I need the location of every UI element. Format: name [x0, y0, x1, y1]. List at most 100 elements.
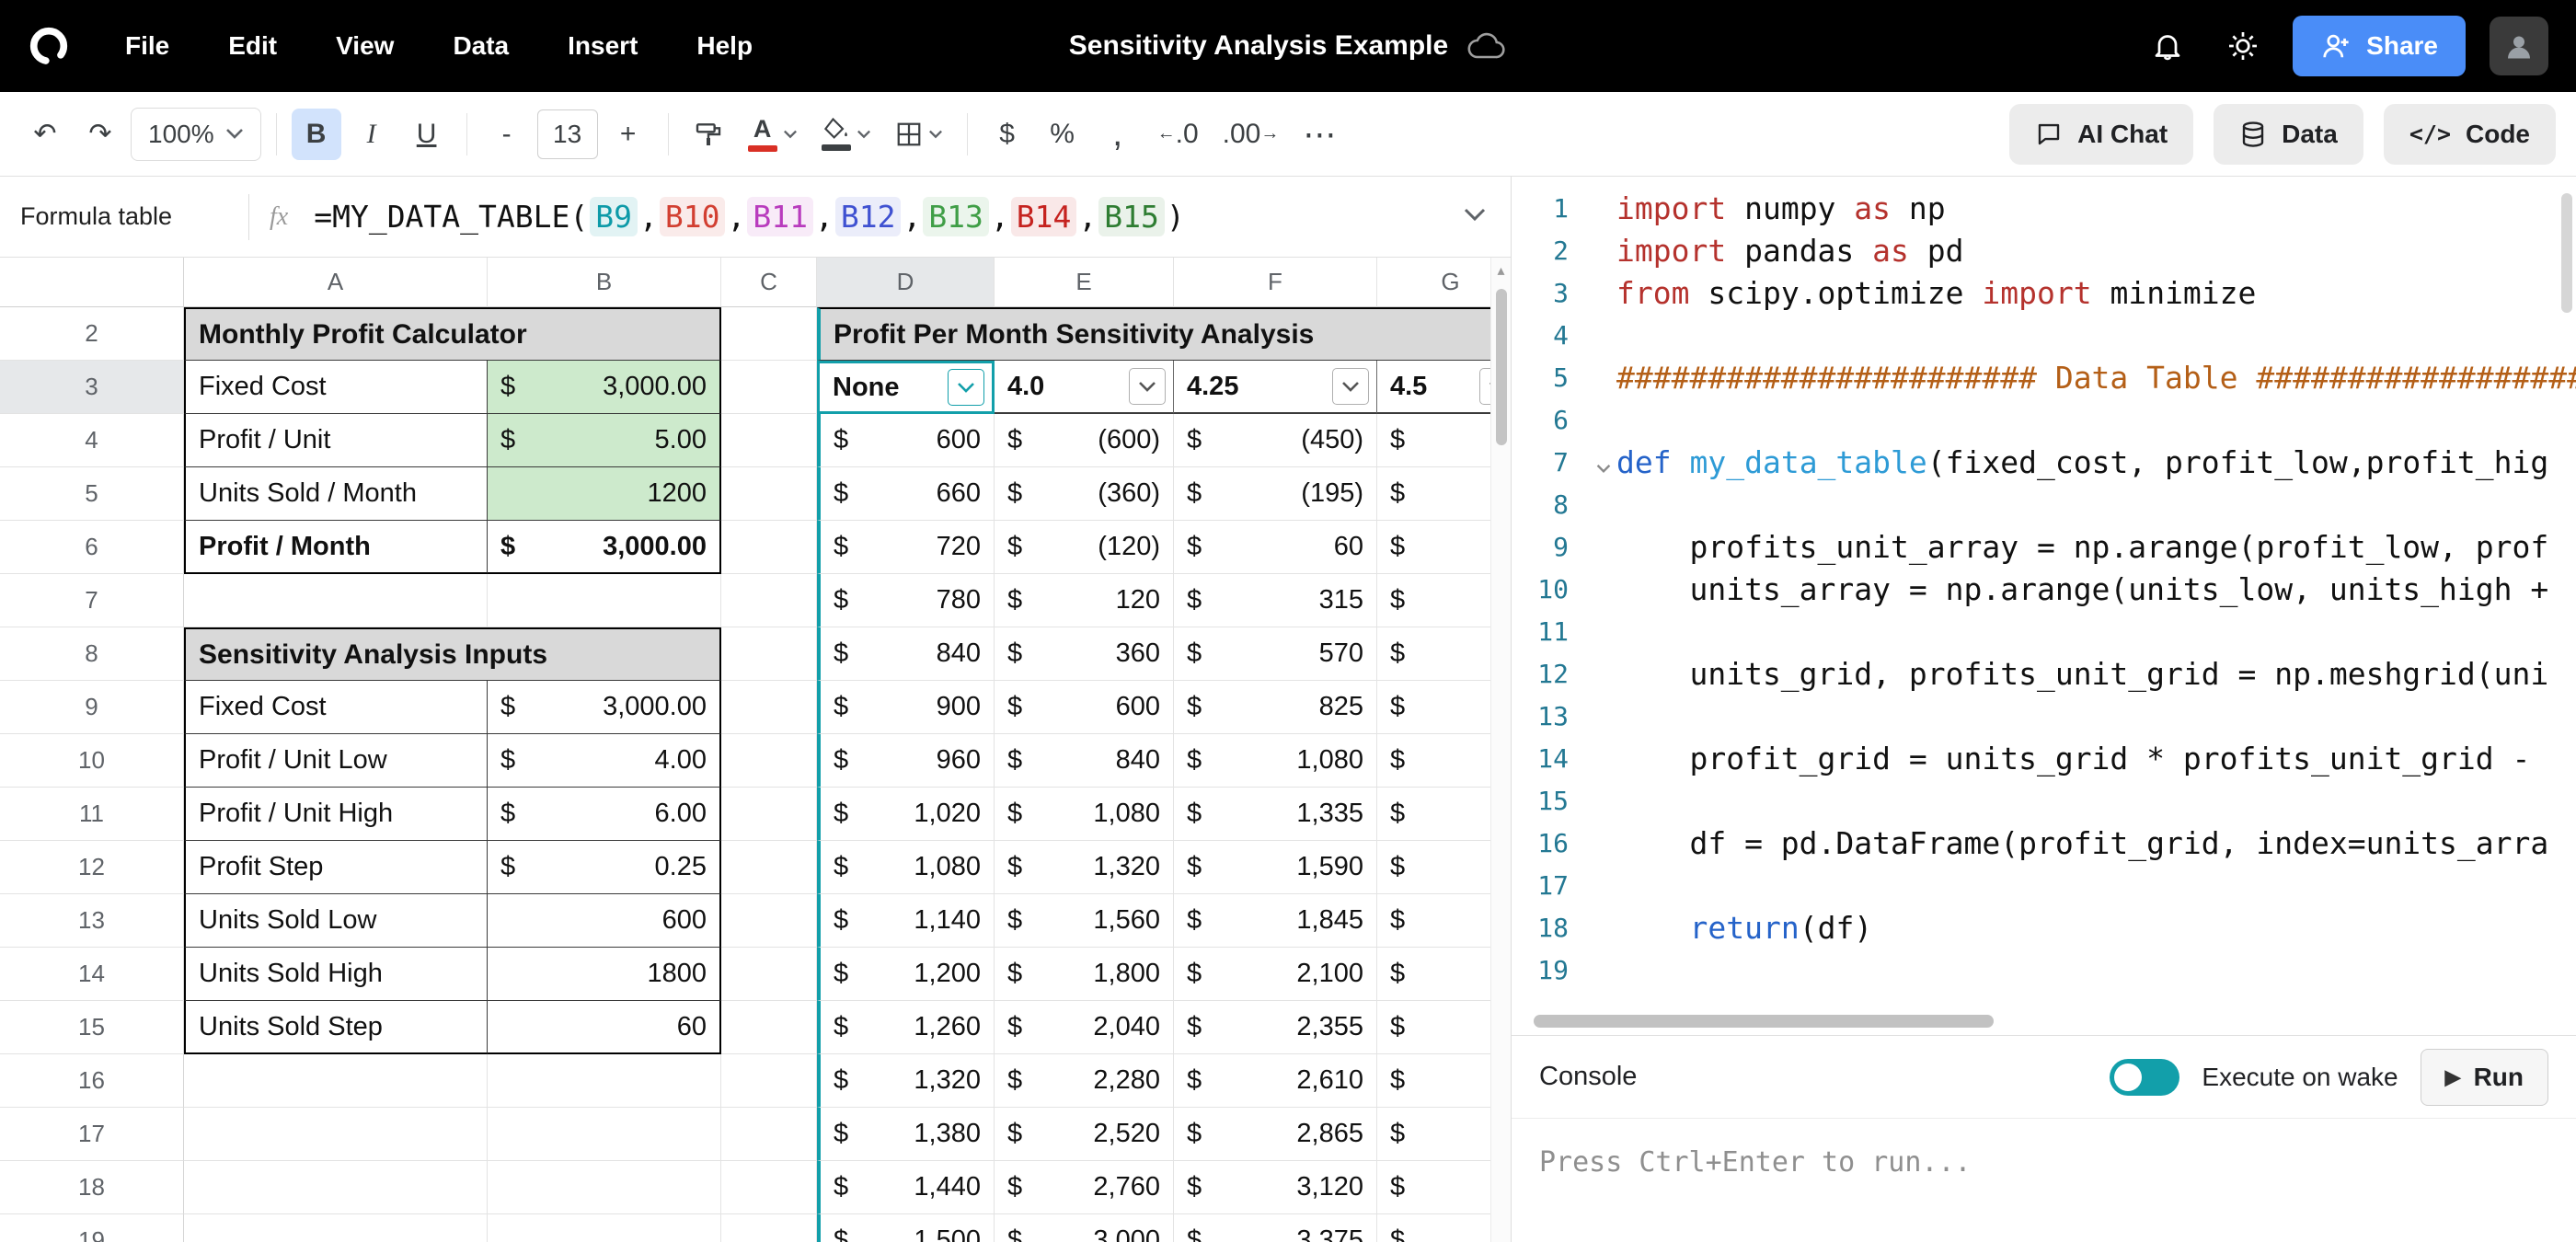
- cell-E5[interactable]: $(360): [995, 467, 1174, 521]
- cell-C7[interactable]: [721, 574, 817, 627]
- column-header-A[interactable]: A: [184, 258, 488, 307]
- formula-input[interactable]: =MY_DATA_TABLE(B9, B10, B11, B12, B13, B…: [312, 197, 1187, 236]
- row-header-17[interactable]: 17: [0, 1108, 184, 1161]
- cell-E11[interactable]: $1,080: [995, 788, 1174, 841]
- execute-on-wake-toggle[interactable]: [2110, 1059, 2179, 1096]
- cell-F5[interactable]: $(195): [1174, 467, 1377, 521]
- format-currency-button[interactable]: $: [983, 109, 1032, 160]
- cell-D6[interactable]: $720: [817, 521, 995, 574]
- cell-C2[interactable]: [721, 307, 817, 361]
- cell-G3-dropdown[interactable]: 4.5: [1377, 361, 1490, 414]
- cell-D3-dropdown[interactable]: None: [817, 361, 995, 414]
- cell-A13[interactable]: Units Sold Low: [184, 894, 488, 948]
- cell-G9[interactable]: $: [1377, 681, 1490, 734]
- code-line-18[interactable]: 18 return(df): [1512, 907, 2576, 949]
- cell-B6[interactable]: $3,000.00: [488, 521, 721, 574]
- cell-F16[interactable]: $2,610: [1174, 1054, 1377, 1108]
- cell-D7[interactable]: $780: [817, 574, 995, 627]
- font-size-decrease-button[interactable]: -: [482, 109, 532, 160]
- menu-item-insert[interactable]: Insert: [546, 20, 660, 72]
- scrollbar-thumb[interactable]: [1496, 289, 1507, 445]
- dropdown-chevron-icon[interactable]: [948, 369, 984, 406]
- cell-E17[interactable]: $2,520: [995, 1108, 1174, 1161]
- row-header-19[interactable]: 19: [0, 1214, 184, 1242]
- cell-C11[interactable]: [721, 788, 817, 841]
- cell-G19[interactable]: $: [1377, 1214, 1490, 1242]
- cell-E14[interactable]: $1,800: [995, 948, 1174, 1001]
- cell-A3[interactable]: Fixed Cost: [184, 361, 488, 414]
- menu-item-edit[interactable]: Edit: [206, 20, 299, 72]
- cell-B17[interactable]: [488, 1108, 721, 1161]
- cell-D11[interactable]: $1,020: [817, 788, 995, 841]
- cell-F15[interactable]: $2,355: [1174, 1001, 1377, 1054]
- code-editor[interactable]: 1import numpy as np2import pandas as pd3…: [1512, 177, 2576, 1035]
- cell-D5[interactable]: $660: [817, 467, 995, 521]
- borders-button[interactable]: [886, 109, 952, 160]
- cell-F10[interactable]: $1,080: [1174, 734, 1377, 788]
- cell-F11[interactable]: $1,335: [1174, 788, 1377, 841]
- cell-B4[interactable]: $5.00: [488, 414, 721, 467]
- cell-A19[interactable]: [184, 1214, 488, 1242]
- format-comma-button[interactable]: ,: [1093, 109, 1143, 160]
- cell-D19[interactable]: $1,500: [817, 1214, 995, 1242]
- cell-E13[interactable]: $1,560: [995, 894, 1174, 948]
- cell-C6[interactable]: [721, 521, 817, 574]
- cell-D13[interactable]: $1,140: [817, 894, 995, 948]
- cell-G5[interactable]: $: [1377, 467, 1490, 521]
- cell-B9[interactable]: $3,000.00: [488, 681, 721, 734]
- cell-B13[interactable]: 600: [488, 894, 721, 948]
- column-header-G[interactable]: G: [1377, 258, 1490, 307]
- cell-C18[interactable]: [721, 1161, 817, 1214]
- cell-E15[interactable]: $2,040: [995, 1001, 1174, 1054]
- row-header-10[interactable]: 10: [0, 734, 184, 788]
- cell-G17[interactable]: $: [1377, 1108, 1490, 1161]
- cell-F6[interactable]: $60: [1174, 521, 1377, 574]
- cell-C12[interactable]: [721, 841, 817, 894]
- cell-A6[interactable]: Profit / Month: [184, 521, 488, 574]
- cell-A14[interactable]: Units Sold High: [184, 948, 488, 1001]
- fill-color-button[interactable]: [812, 109, 880, 160]
- code-line-1[interactable]: 1import numpy as np: [1512, 188, 2576, 230]
- cell-G7[interactable]: $: [1377, 574, 1490, 627]
- cell-C13[interactable]: [721, 894, 817, 948]
- ai-chat-button[interactable]: AI Chat: [2009, 104, 2193, 165]
- cell-E18[interactable]: $2,760: [995, 1161, 1174, 1214]
- cell-B15[interactable]: 60: [488, 1001, 721, 1054]
- cell-B10[interactable]: $4.00: [488, 734, 721, 788]
- cell-F3-dropdown[interactable]: 4.25: [1174, 361, 1377, 414]
- menu-item-data[interactable]: Data: [431, 20, 531, 72]
- code-line-4[interactable]: 4: [1512, 315, 2576, 357]
- increase-decimal-button[interactable]: .00→: [1213, 109, 1289, 160]
- code-vertical-scrollbar[interactable]: [2561, 193, 2572, 313]
- console-input[interactable]: Press Ctrl+Enter to run...: [1512, 1118, 2576, 1242]
- cell-C16[interactable]: [721, 1054, 817, 1108]
- cell-D12[interactable]: $1,080: [817, 841, 995, 894]
- cell-E19[interactable]: $3,000: [995, 1214, 1174, 1242]
- cell-D14[interactable]: $1,200: [817, 948, 995, 1001]
- cell-F14[interactable]: $2,100: [1174, 948, 1377, 1001]
- font-size-value[interactable]: 13: [537, 109, 598, 159]
- cell-B7[interactable]: [488, 574, 721, 627]
- scrollbar-up-arrow-icon[interactable]: ▴: [1491, 261, 1511, 280]
- cell-A7[interactable]: [184, 574, 488, 627]
- cell-G16[interactable]: $: [1377, 1054, 1490, 1108]
- menu-item-file[interactable]: File: [103, 20, 191, 72]
- cell-C4[interactable]: [721, 414, 817, 467]
- row-header-12[interactable]: 12: [0, 841, 184, 894]
- cell-A4[interactable]: Profit / Unit: [184, 414, 488, 467]
- cell-B16[interactable]: [488, 1054, 721, 1108]
- user-avatar[interactable]: [2490, 17, 2548, 75]
- cell-G10[interactable]: $: [1377, 734, 1490, 788]
- cell-F12[interactable]: $1,590: [1174, 841, 1377, 894]
- cell-D17[interactable]: $1,380: [817, 1108, 995, 1161]
- code-line-9[interactable]: 9 profits_unit_array = np.arange(profit_…: [1512, 526, 2576, 569]
- column-header-B[interactable]: B: [488, 258, 721, 307]
- more-options-button[interactable]: ⋯: [1294, 109, 1345, 160]
- cell-D18[interactable]: $1,440: [817, 1161, 995, 1214]
- cell-F19[interactable]: $3,375: [1174, 1214, 1377, 1242]
- code-line-12[interactable]: 12 units_grid, profits_unit_grid = np.me…: [1512, 653, 2576, 696]
- cell-G11[interactable]: $: [1377, 788, 1490, 841]
- cell-B12[interactable]: $0.25: [488, 841, 721, 894]
- text-color-button[interactable]: A: [739, 109, 807, 160]
- cell-A16[interactable]: [184, 1054, 488, 1108]
